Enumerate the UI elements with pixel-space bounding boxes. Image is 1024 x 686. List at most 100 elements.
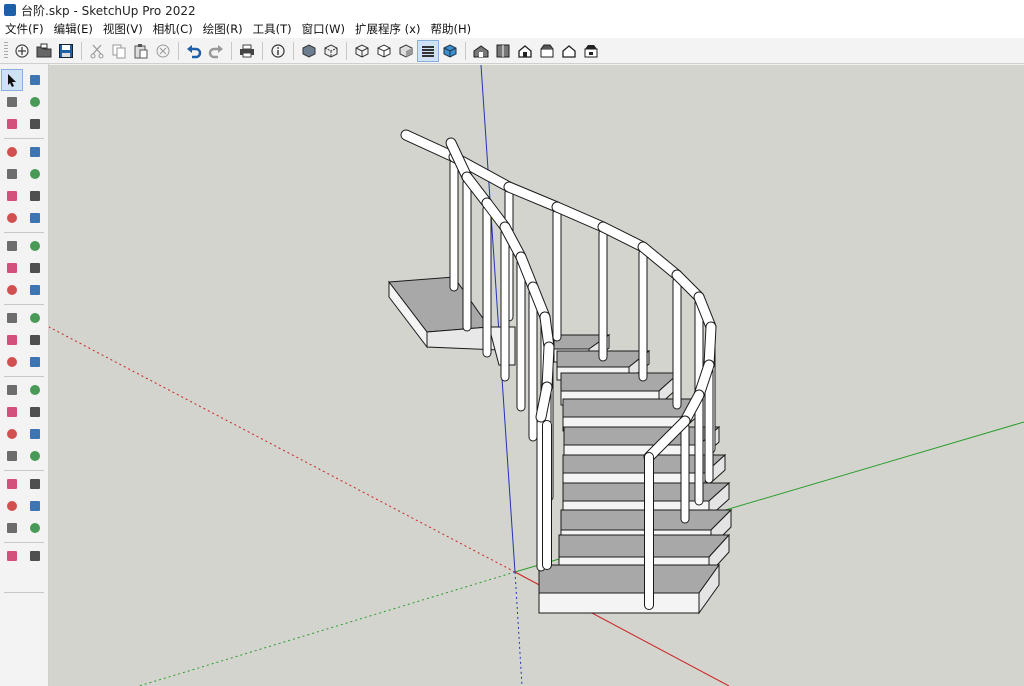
tool-group-separator <box>4 376 44 377</box>
xray-icon[interactable] <box>299 41 319 61</box>
rectangle-icon[interactable] <box>2 164 22 184</box>
toolbar-separator <box>293 41 294 60</box>
monochrome-icon[interactable] <box>440 41 460 61</box>
open-folder-icon[interactable] <box>34 41 54 61</box>
toolbar-separator <box>465 41 466 60</box>
main-toolbar <box>0 38 1024 64</box>
zoom-window-icon[interactable] <box>25 424 45 444</box>
menu-help[interactable]: 帮助(H) <box>425 21 476 37</box>
orbit-view-icon[interactable] <box>2 402 22 422</box>
paint-bucket-icon[interactable] <box>2 92 22 112</box>
3d-text-icon[interactable] <box>25 380 45 400</box>
inner-handrail <box>536 382 552 422</box>
cut-icon[interactable] <box>87 41 107 61</box>
circle-icon[interactable] <box>2 186 22 206</box>
zoom-extents-icon[interactable] <box>2 446 22 466</box>
section-plane-icon[interactable] <box>25 496 45 516</box>
tag-icon[interactable] <box>25 114 45 134</box>
orbit-icon[interactable] <box>25 70 45 90</box>
toolbar-separator <box>231 41 232 60</box>
rotate-icon[interactable] <box>2 280 22 300</box>
hidden-line-icon[interactable] <box>374 41 394 61</box>
wireframe-icon[interactable] <box>352 41 372 61</box>
pie-icon[interactable] <box>25 208 45 228</box>
shaded-with-textures-icon[interactable] <box>417 39 439 62</box>
print-icon[interactable] <box>237 41 257 61</box>
top-view-icon[interactable] <box>493 41 513 61</box>
axes-icon[interactable] <box>2 380 22 400</box>
scale-icon[interactable] <box>2 308 22 328</box>
pan-icon[interactable] <box>25 402 45 422</box>
two-point-arc-icon[interactable] <box>2 236 22 256</box>
tool-group-separator <box>4 138 44 139</box>
undo-icon[interactable] <box>184 41 204 61</box>
menu-view[interactable]: 视图(V) <box>98 21 148 37</box>
outer-handrail <box>552 202 608 232</box>
right-view-icon[interactable] <box>537 41 557 61</box>
front-view-icon[interactable] <box>515 41 535 61</box>
rotated-rectangle-icon[interactable] <box>25 164 45 184</box>
outer-handrail <box>598 222 648 252</box>
menu-bar: 文件(F) 编辑(E) 视图(V) 相机(C) 绘图(R) 工具(T) 窗口(W… <box>0 20 1024 38</box>
window-title: 台阶.skp - SketchUp Pro 2022 <box>21 3 196 18</box>
new-file-icon[interactable] <box>12 41 32 61</box>
arc-icon[interactable] <box>2 208 22 228</box>
left-view-icon[interactable] <box>581 41 601 61</box>
menu-edit[interactable]: 编辑(E) <box>49 21 98 37</box>
redo-icon[interactable] <box>206 41 226 61</box>
toolbar-separator <box>262 41 263 60</box>
three-point-arc-icon[interactable] <box>25 236 45 256</box>
erase-selection-icon[interactable] <box>153 41 173 61</box>
walk-icon[interactable] <box>2 496 22 516</box>
zoom-icon[interactable] <box>2 424 22 444</box>
menu-draw[interactable]: 绘图(R) <box>198 21 248 37</box>
copy-icon[interactable] <box>109 41 129 61</box>
model-info-icon[interactable] <box>268 41 288 61</box>
model-canvas[interactable] <box>49 65 1024 686</box>
component-icon[interactable] <box>2 114 22 134</box>
tool-group-separator <box>4 304 44 305</box>
menu-camera[interactable]: 相机(C) <box>148 21 198 37</box>
dimension-icon[interactable] <box>25 330 45 350</box>
save-icon[interactable] <box>56 41 76 61</box>
position-camera-icon[interactable] <box>2 474 22 494</box>
spiral-staircase-model[interactable] <box>388 129 733 615</box>
modeling-viewport[interactable] <box>49 65 1024 686</box>
stamp-icon[interactable] <box>25 546 45 566</box>
menu-file[interactable]: 文件(F) <box>0 21 49 37</box>
sandbox-from-scratch-icon[interactable] <box>25 518 45 538</box>
protractor-icon[interactable] <box>2 352 22 372</box>
menu-tools[interactable]: 工具(T) <box>248 21 297 37</box>
shaded-icon[interactable] <box>396 41 416 61</box>
tool-group-separator <box>4 232 44 233</box>
menu-extensions[interactable]: 扩展程序 (x) <box>350 21 425 37</box>
polygon-icon[interactable] <box>25 186 45 206</box>
menu-window[interactable]: 窗口(W) <box>297 21 350 37</box>
eraser-icon[interactable] <box>25 92 45 112</box>
paste-icon[interactable] <box>131 41 151 61</box>
offset-icon[interactable] <box>25 308 45 328</box>
outer-handrail <box>504 182 562 212</box>
toolbar-separator <box>346 41 347 60</box>
look-around-icon[interactable] <box>25 474 45 494</box>
iso-view-icon[interactable] <box>471 41 491 61</box>
tape-measure-icon[interactable] <box>2 330 22 350</box>
toolbar-separator <box>178 41 179 60</box>
push-pull-icon[interactable] <box>25 258 45 278</box>
tool-group-separator <box>4 470 44 471</box>
follow-me-icon[interactable] <box>25 280 45 300</box>
line-icon[interactable] <box>2 142 22 162</box>
move-icon[interactable] <box>2 258 22 278</box>
smoove-icon[interactable] <box>2 546 22 566</box>
tool-group-separator <box>4 592 44 593</box>
back-view-icon[interactable] <box>559 41 579 61</box>
previous-view-icon[interactable] <box>25 446 45 466</box>
freehand-icon[interactable] <box>25 142 45 162</box>
select-icon[interactable] <box>1 69 23 91</box>
text-icon[interactable] <box>25 352 45 372</box>
toolbar-grip[interactable] <box>4 41 8 60</box>
tool-group-separator <box>4 542 44 543</box>
toolbar-separator <box>81 41 82 60</box>
sandbox-from-contours-icon[interactable] <box>2 518 22 538</box>
back-edges-icon[interactable] <box>321 41 341 61</box>
